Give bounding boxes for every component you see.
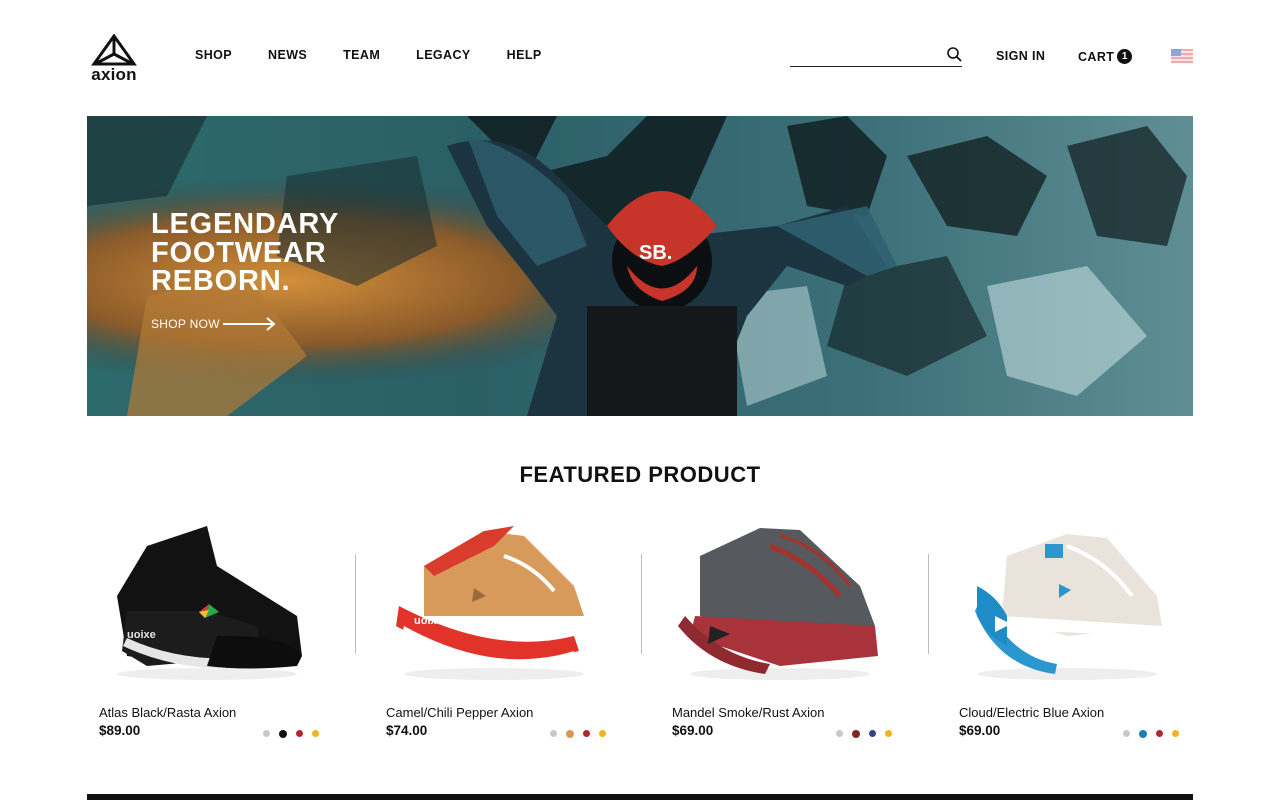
product-card[interactable]: Cloud/Electric Blue Axion $69.00 (947, 516, 1187, 746)
product-card[interactable]: Mandel Smoke/Rust Axion $69.00 (660, 516, 900, 746)
color-swatch[interactable] (296, 730, 303, 737)
product-divider (641, 554, 642, 654)
main-nav: SHOP NEWS TEAM LEGACY HELP (195, 48, 578, 62)
color-swatches (836, 730, 892, 738)
search-input[interactable] (790, 44, 940, 64)
axion-logo-mark-icon (91, 34, 137, 66)
product-image[interactable]: uoixe (87, 516, 327, 686)
search-icon[interactable] (946, 46, 962, 62)
sign-in-link[interactable]: SIGN IN (996, 49, 1045, 63)
hero-title-line: LEGENDARY (151, 208, 340, 240)
hero-title-line: REBORN. (151, 265, 291, 297)
product-grid: uoixe Atlas Black/Rasta Axion $89.00 uoi… (87, 516, 1193, 756)
cart-count-badge: 1 (1117, 49, 1133, 64)
color-swatch[interactable] (1139, 730, 1147, 738)
color-swatch[interactable] (583, 730, 590, 737)
brand-name: axion (91, 65, 137, 84)
cart-label: CART (1078, 49, 1115, 64)
color-swatch[interactable] (1123, 730, 1130, 737)
hero-title-line: FOOTWEAR (151, 236, 327, 269)
color-swatch[interactable] (1156, 730, 1163, 737)
product-image[interactable] (947, 516, 1187, 686)
product-price: $89.00 (99, 723, 141, 738)
color-swatches (1123, 730, 1179, 738)
featured-title: FEATURED PRODUCT (519, 462, 761, 487)
site-header: axion SHOP NEWS TEAM LEGACY HELP SIGN IN… (0, 0, 1280, 116)
product-price: $74.00 (386, 723, 428, 738)
arrow-right-icon (222, 317, 276, 331)
color-swatch[interactable] (836, 730, 843, 737)
svg-text:uoixe: uoixe (127, 629, 156, 641)
svg-text:uoixe: uoixe (414, 615, 443, 627)
nav-item-news[interactable]: NEWS (268, 48, 307, 62)
color-swatch[interactable] (599, 730, 606, 737)
hero-cap-text: SB. (639, 242, 672, 264)
product-card[interactable]: uoixe Camel/Chili Pepper Axion $74.00 (374, 516, 614, 746)
color-swatch[interactable] (263, 730, 270, 737)
shop-now-link[interactable]: SHOP NOW (151, 317, 277, 331)
search-box (790, 44, 962, 67)
color-swatch[interactable] (852, 730, 860, 738)
color-swatches (550, 730, 606, 738)
axion-logo[interactable]: axion (86, 34, 142, 84)
product-image[interactable] (660, 516, 900, 686)
product-price: $69.00 (672, 723, 714, 738)
product-price: $69.00 (959, 723, 1001, 738)
product-image[interactable]: uoixe (374, 516, 614, 686)
footer-bar (87, 794, 1193, 800)
color-swatch[interactable] (550, 730, 557, 737)
nav-item-team[interactable]: TEAM (343, 48, 380, 62)
nav-item-legacy[interactable]: LEGACY (416, 48, 471, 62)
hero-title: LEGENDARY FOOTWEAR REBORN. (151, 210, 411, 296)
product-divider (355, 554, 356, 654)
cart-link[interactable]: CART 1 (1078, 49, 1133, 64)
product-name[interactable]: Mandel Smoke/Rust Axion (672, 705, 824, 720)
nav-item-help[interactable]: HELP (507, 48, 542, 62)
product-name[interactable]: Camel/Chili Pepper Axion (386, 705, 533, 720)
us-flag-icon[interactable] (1171, 49, 1193, 63)
color-swatch[interactable] (312, 730, 319, 737)
color-swatch[interactable] (279, 730, 287, 738)
color-swatch[interactable] (1172, 730, 1179, 737)
hero-banner: SB. LEGENDARY FOOTWEAR REBORN. SHOP NOW (87, 116, 1193, 416)
product-name[interactable]: Cloud/Electric Blue Axion (959, 705, 1104, 720)
nav-item-shop[interactable]: SHOP (195, 48, 232, 62)
product-card[interactable]: uoixe Atlas Black/Rasta Axion $89.00 (87, 516, 327, 746)
color-swatches (263, 730, 319, 738)
product-name[interactable]: Atlas Black/Rasta Axion (99, 705, 236, 720)
color-swatch[interactable] (566, 730, 574, 738)
shop-now-label: SHOP NOW (151, 317, 220, 331)
color-swatch[interactable] (885, 730, 892, 737)
product-divider (928, 554, 929, 654)
color-swatch[interactable] (869, 730, 876, 737)
